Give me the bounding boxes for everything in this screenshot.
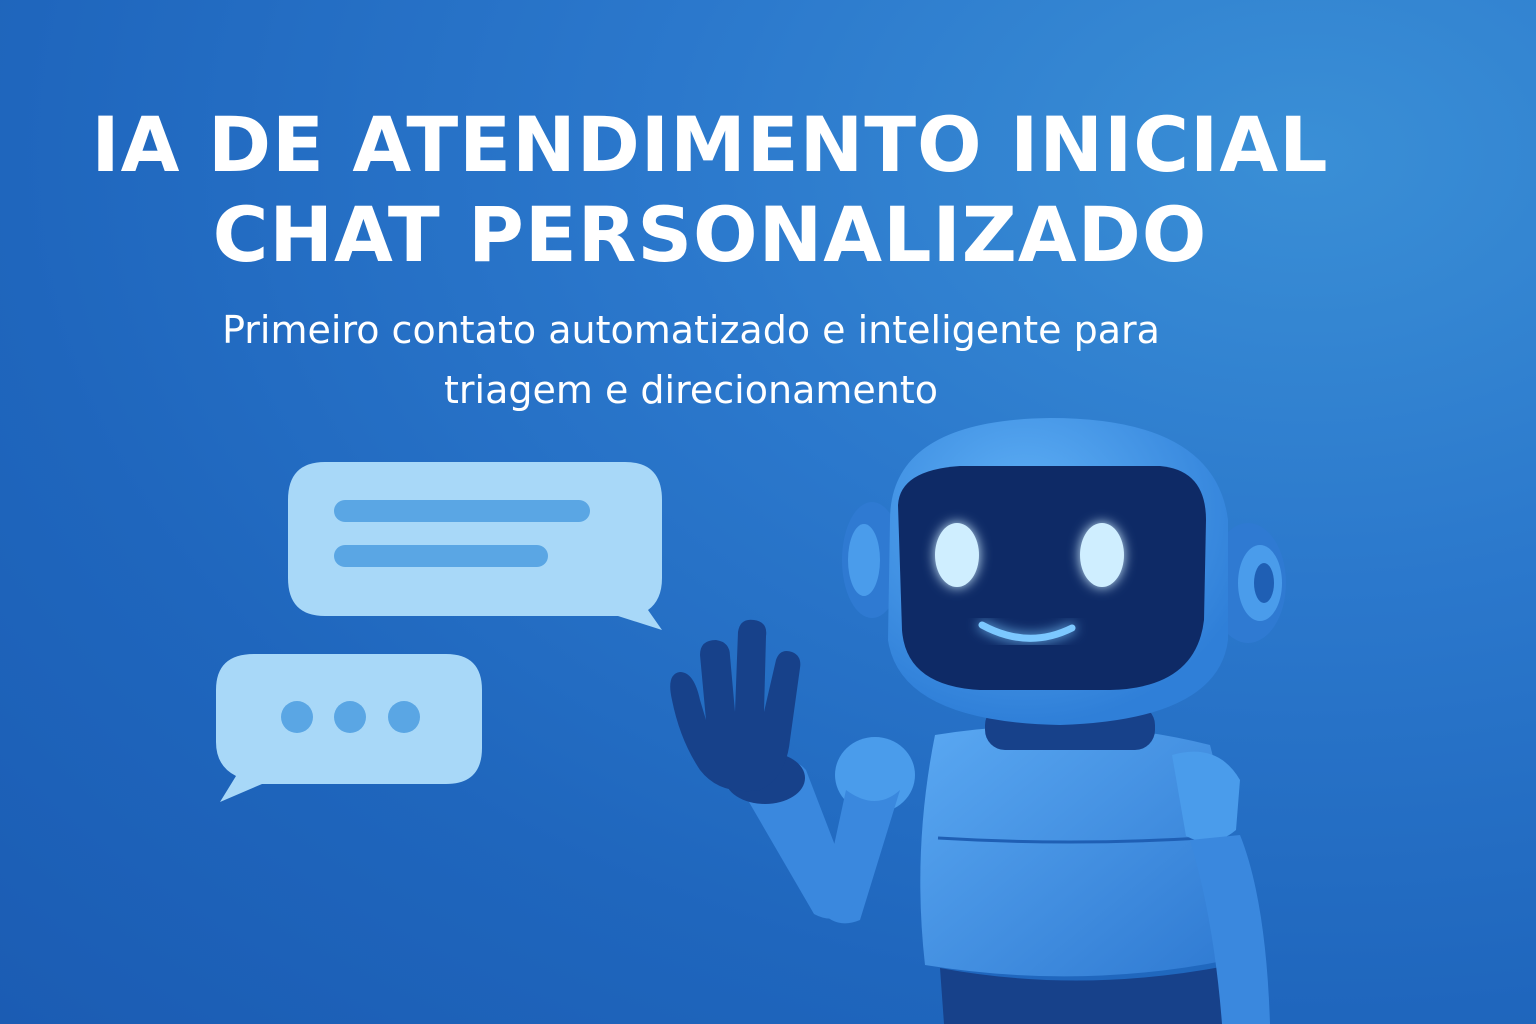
message-bubble-icon xyxy=(288,462,662,630)
typing-bubble-icon xyxy=(216,654,482,802)
robot-mascot-icon xyxy=(670,418,1286,1024)
illustration xyxy=(216,418,1286,1024)
